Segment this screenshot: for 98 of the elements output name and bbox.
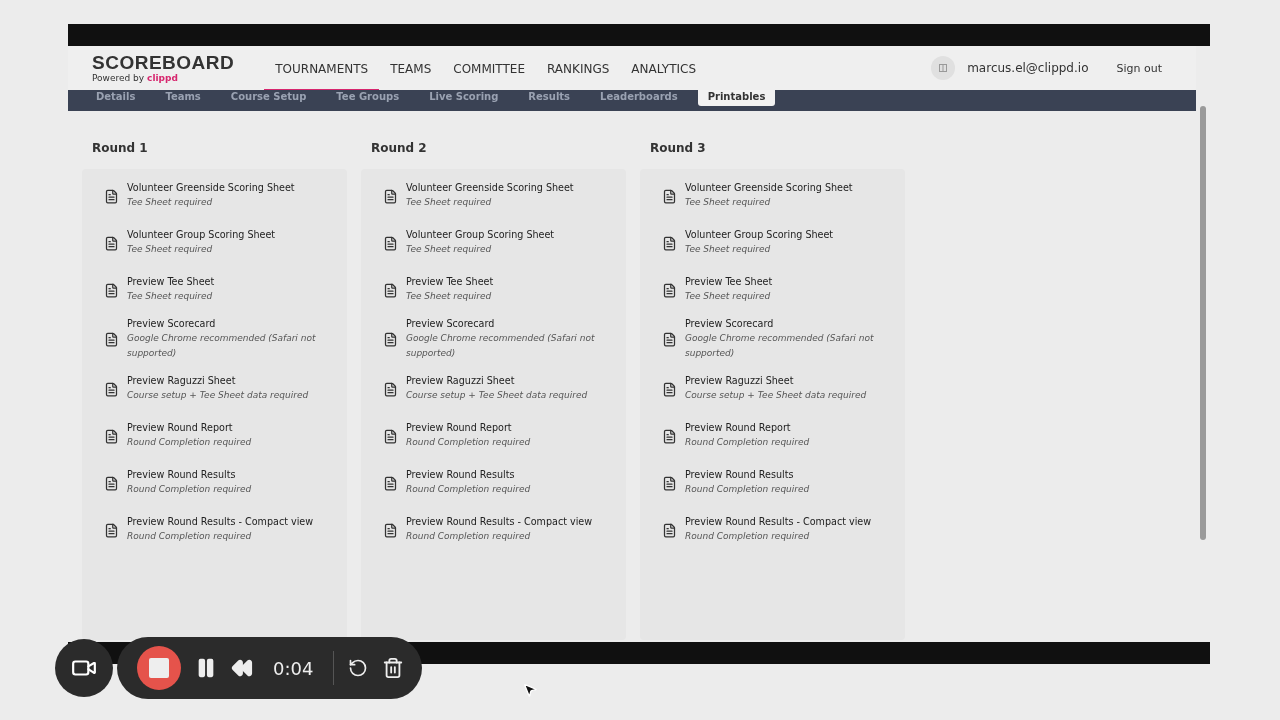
document-icon	[662, 235, 677, 251]
document-icon	[104, 282, 119, 298]
printable-link[interactable]: Volunteer Group Scoring Sheet	[406, 229, 555, 240]
sign-out-link[interactable]: Sign out	[1116, 61, 1162, 75]
printable-note: Tee Sheet required	[127, 196, 214, 209]
printable-link[interactable]: Preview Raguzzi Sheet	[406, 375, 588, 386]
printable-link[interactable]: Preview Round Results	[127, 469, 252, 480]
document-icon	[104, 381, 119, 397]
document-icon	[383, 428, 398, 444]
printable-link[interactable]: Preview Round Report	[127, 422, 252, 433]
printable-link[interactable]: Preview Round Report	[406, 422, 531, 433]
printable-note: Round Completion required	[685, 436, 810, 449]
document-icon	[383, 475, 398, 491]
printable-note: Course setup + Tee Sheet data required	[127, 389, 309, 402]
printable-link[interactable]: Preview Tee Sheet	[685, 276, 773, 287]
document-icon	[383, 522, 398, 538]
printable-link[interactable]: Preview Scorecard	[127, 318, 337, 329]
printable-note: Round Completion required	[127, 530, 253, 543]
printable-note: Round Completion required	[685, 483, 810, 496]
document-icon	[383, 188, 398, 204]
printable-link[interactable]: Preview Tee Sheet	[406, 276, 494, 287]
printable-note: Round Completion required	[127, 436, 252, 449]
printable-link[interactable]: Preview Round Report	[685, 422, 810, 433]
tab[interactable]: Tee Groups	[326, 90, 410, 106]
camera-button[interactable]	[55, 639, 113, 697]
printable-link[interactable]: Volunteer Group Scoring Sheet	[127, 229, 276, 240]
printable-link[interactable]: Preview Round Results - Compact view	[685, 516, 872, 527]
printable-link[interactable]: Preview Raguzzi Sheet	[127, 375, 309, 386]
printable-note: Tee Sheet required	[685, 243, 772, 256]
tab[interactable]: Live Scoring	[419, 90, 509, 106]
document-icon	[104, 332, 119, 347]
document-icon	[383, 381, 398, 397]
nav-item[interactable]: COMMITTEE	[442, 49, 536, 91]
document-icon	[383, 235, 398, 251]
printable-note: Course setup + Tee Sheet data required	[406, 389, 588, 402]
printable-note: Round Completion required	[406, 436, 531, 449]
printable-link[interactable]: Preview Raguzzi Sheet	[685, 375, 867, 386]
printable-note: Google Chrome recommended (Safari not supported)	[127, 332, 317, 360]
printable-note: Round Completion required	[406, 483, 531, 496]
document-icon	[383, 332, 398, 347]
document-icon	[662, 428, 677, 444]
printable-note: Tee Sheet required	[127, 290, 214, 303]
printable-link[interactable]: Preview Scorecard	[685, 318, 895, 329]
round-title: Round 1	[91, 141, 149, 155]
document-icon	[104, 428, 119, 444]
printable-note: Google Chrome recommended (Safari not supported)	[685, 332, 875, 360]
document-icon	[104, 188, 119, 204]
document-icon	[662, 522, 677, 538]
printable-note: Tee Sheet required	[685, 196, 772, 209]
printable-link[interactable]: Volunteer Greenside Scoring Sheet	[406, 182, 574, 193]
delete-button[interactable]	[382, 657, 405, 679]
nav-item[interactable]: TEAMS	[379, 49, 443, 91]
nav-item[interactable]: ANALYTICS	[620, 49, 707, 91]
tab[interactable]: Teams	[155, 90, 211, 106]
tab[interactable]: Printables	[697, 90, 776, 106]
printable-note: Round Completion required	[685, 530, 811, 543]
user-email: marcus.el@clippd.io	[967, 61, 1089, 75]
printable-note: Tee Sheet required	[685, 290, 772, 303]
printable-note: Course setup + Tee Sheet data required	[685, 389, 867, 402]
brand-logo[interactable]: SCOREBOARD	[92, 53, 235, 73]
printable-link[interactable]: Preview Round Results	[685, 469, 810, 480]
document-icon	[662, 475, 677, 491]
document-icon	[662, 381, 677, 397]
printable-link[interactable]: Preview Scorecard	[406, 318, 616, 329]
recording-time: 0:04	[273, 657, 314, 679]
tab[interactable]: Leaderboards	[590, 90, 688, 106]
printable-note: Tee Sheet required	[406, 196, 493, 209]
printable-note: Tee Sheet required	[406, 243, 493, 256]
round-title: Round 2	[370, 141, 428, 155]
restart-button[interactable]	[348, 658, 369, 678]
document-icon	[104, 475, 119, 491]
document-icon	[383, 282, 398, 298]
printable-note: Tee Sheet required	[406, 290, 493, 303]
printable-note: Google Chrome recommended (Safari not supported)	[406, 332, 596, 360]
printable-link[interactable]: Preview Tee Sheet	[127, 276, 215, 287]
powered-by-text: Powered by clippd	[92, 73, 179, 83]
tab[interactable]: Results	[518, 90, 581, 106]
round-title: Round 3	[649, 141, 707, 155]
stop-button[interactable]	[137, 646, 181, 690]
tab[interactable]: Details	[86, 90, 146, 106]
rewind-button[interactable]	[231, 657, 253, 679]
document-icon	[104, 235, 119, 251]
printable-link[interactable]: Preview Round Results - Compact view	[127, 516, 314, 527]
document-icon	[662, 332, 677, 347]
cursor-icon	[522, 682, 538, 698]
document-icon	[662, 282, 677, 298]
printable-note: Round Completion required	[127, 483, 252, 496]
tab[interactable]: Course Setup	[220, 90, 317, 106]
printable-link[interactable]: Preview Round Results - Compact view	[406, 516, 593, 527]
document-icon	[104, 522, 119, 538]
nav-item[interactable]: RANKINGS	[535, 49, 621, 91]
printable-link[interactable]: Preview Round Results	[406, 469, 531, 480]
printable-link[interactable]: Volunteer Group Scoring Sheet	[685, 229, 834, 240]
printable-note: Round Completion required	[406, 530, 532, 543]
printable-link[interactable]: Volunteer Greenside Scoring Sheet	[685, 182, 853, 193]
document-icon	[662, 188, 677, 204]
printable-note: Tee Sheet required	[127, 243, 214, 256]
printable-link[interactable]: Volunteer Greenside Scoring Sheet	[127, 182, 295, 193]
